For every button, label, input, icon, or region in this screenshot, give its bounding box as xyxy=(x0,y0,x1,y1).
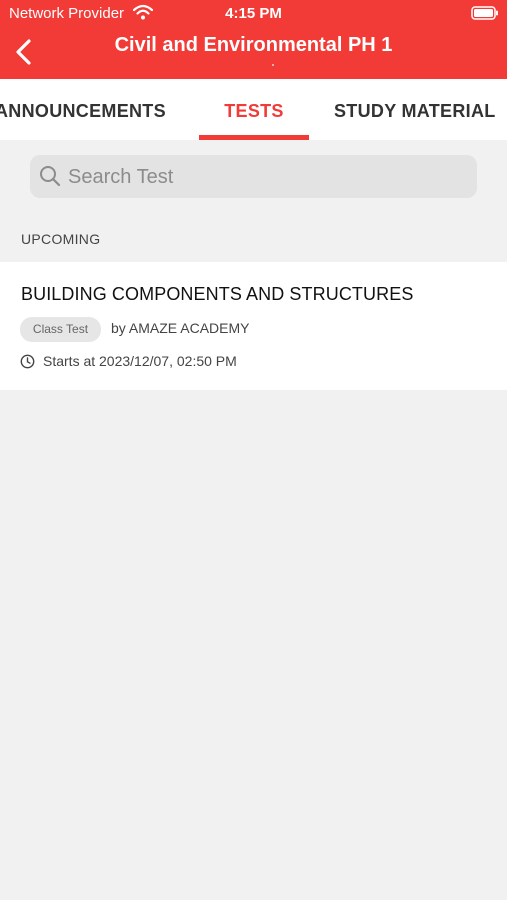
test-list-item[interactable]: BUILDING COMPONENTS AND STRUCTURES Class… xyxy=(0,262,507,390)
test-author: by AMAZE ACADEMY xyxy=(111,320,250,336)
tab-bar: ANNOUNCEMENTS TESTS STUDY MATERIAL xyxy=(0,79,507,140)
tab-announcements[interactable]: ANNOUNCEMENTS xyxy=(0,101,166,122)
active-tab-indicator xyxy=(199,135,309,140)
clock-icon xyxy=(20,354,35,369)
search-placeholder: Search Test xyxy=(68,166,174,188)
tab-tests[interactable]: TESTS xyxy=(199,101,309,122)
search-input[interactable]: Search Test xyxy=(30,155,477,198)
tab-study-material[interactable]: STUDY MATERIAL xyxy=(334,101,496,122)
test-type-badge: Class Test xyxy=(20,317,101,342)
page-title: Civil and Environmental PH 1 xyxy=(114,34,393,56)
title-indicator-dot xyxy=(272,64,274,66)
app-header: Network Provider 4:15 PM Civil and Envir… xyxy=(0,0,507,79)
back-button[interactable] xyxy=(10,35,40,69)
test-title: BUILDING COMPONENTS AND STRUCTURES xyxy=(21,284,414,304)
chevron-left-icon xyxy=(16,39,31,65)
status-bar: Network Provider 4:15 PM xyxy=(0,0,507,28)
battery-icon xyxy=(471,6,498,20)
test-start-time: Starts at 2023/12/07, 02:50 PM xyxy=(43,353,237,369)
section-label-upcoming: UPCOMING xyxy=(21,231,101,247)
search-icon xyxy=(40,166,61,187)
status-time: 4:15 PM xyxy=(225,5,282,22)
